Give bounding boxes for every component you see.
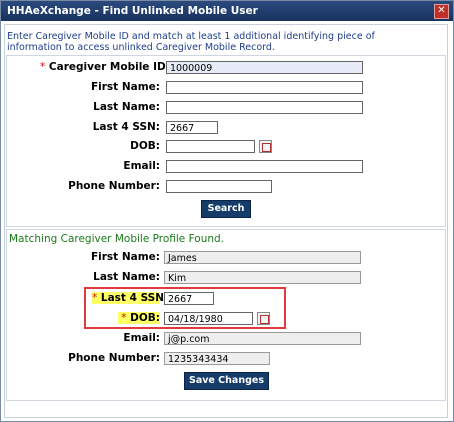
result-first-name-field: James (164, 251, 361, 264)
search-first-name-label: First Name: (90, 81, 160, 93)
search-email-input[interactable] (166, 160, 363, 173)
search-email-label: Email: (123, 160, 160, 172)
search-last-name-input[interactable] (166, 101, 363, 114)
result-phone-field: 1235343434 (164, 352, 270, 365)
search-last-name-label: Last Name: (93, 101, 160, 113)
window-titlebar: HHAeXchange - Find Unlinked Mobile User … (1, 1, 453, 21)
search-dob-input[interactable] (166, 140, 255, 153)
result-email-field: j@p.com (164, 332, 361, 345)
window-title: HHAeXchange - Find Unlinked Mobile User (7, 5, 258, 17)
search-dob-calendar-icon[interactable] (259, 140, 272, 153)
close-icon[interactable]: ✕ (434, 4, 449, 19)
save-changes-button[interactable]: Save Changes (184, 372, 269, 390)
highlight-box (84, 287, 286, 329)
result-first-name-label: First Name: (90, 251, 160, 263)
result-last-name-field: Kim (164, 271, 361, 284)
search-ssn-input[interactable]: 2667 (166, 121, 218, 134)
search-phone-label: Phone Number: (68, 180, 160, 192)
mobile-id-label: * Caregiver Mobile ID: (40, 61, 170, 73)
search-first-name-input[interactable] (166, 81, 363, 94)
result-email-label: Email: (123, 332, 160, 344)
instructions-text: Enter Caregiver Mobile ID and match at l… (7, 31, 375, 53)
search-phone-input[interactable] (166, 180, 272, 193)
search-button[interactable]: Search (201, 200, 251, 218)
result-last-name-label: Last Name: (93, 271, 160, 283)
match-found-message: Matching Caregiver Mobile Profile Found. (9, 233, 225, 245)
result-phone-label: Phone Number: (68, 352, 160, 364)
search-dob-label: DOB: (130, 140, 160, 152)
search-ssn-label: Last 4 SSN: (92, 121, 160, 133)
mobile-id-input[interactable]: 1000009 (166, 61, 363, 74)
